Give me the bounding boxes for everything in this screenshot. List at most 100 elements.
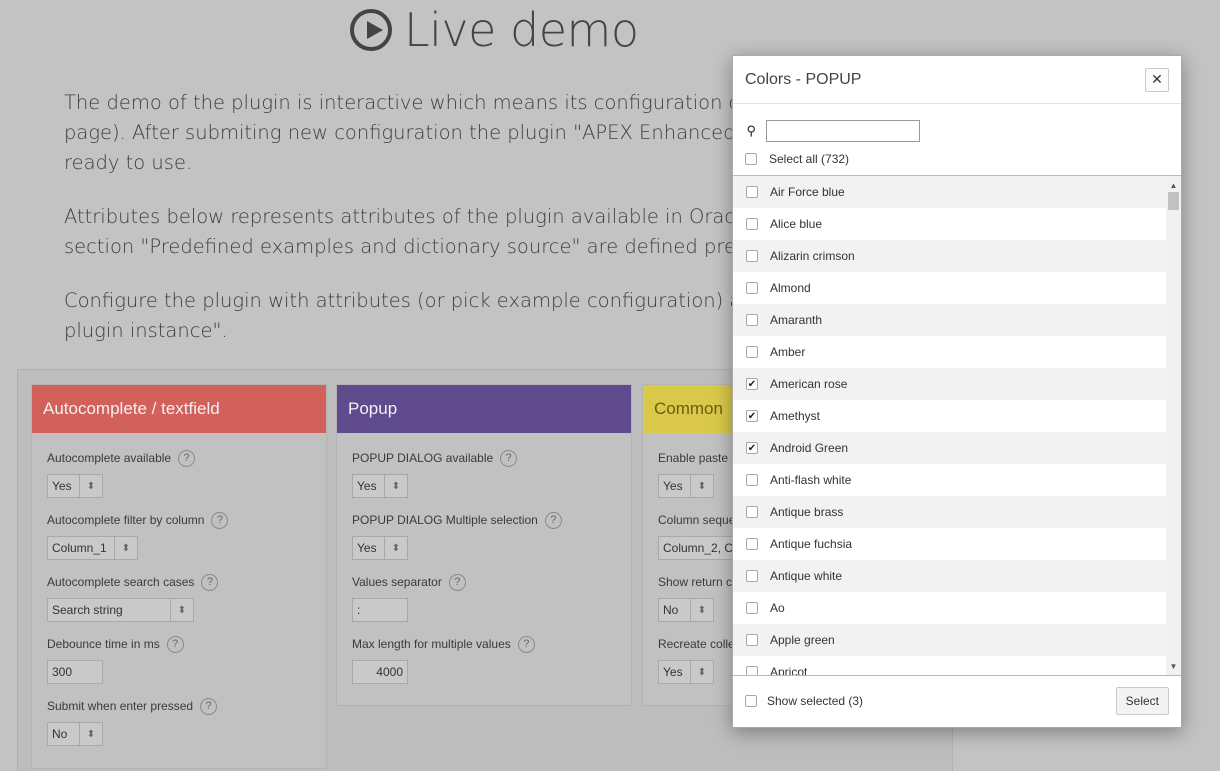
list-item-label: Amber: [770, 345, 806, 359]
max-length-input[interactable]: 4000: [352, 660, 408, 684]
show-selected-checkbox[interactable]: [745, 695, 757, 707]
colors-popup-dialog: Colors - POPUP ✕ ⚲ Select all (732) Air …: [732, 55, 1182, 728]
popup-panel: Popup POPUP DIALOG available? Yes POPUP …: [336, 384, 632, 706]
autocomplete-available-select[interactable]: Yes: [47, 474, 103, 498]
list-item[interactable]: Air Force blue: [733, 176, 1166, 208]
list-item-label: Air Force blue: [770, 185, 845, 199]
debounce-time-input[interactable]: 300: [47, 660, 103, 684]
values-separator-input[interactable]: :: [352, 598, 408, 622]
popup-multiple-select[interactable]: Yes: [352, 536, 408, 560]
list-item[interactable]: Apricot: [733, 656, 1166, 675]
field-popup-multiple: POPUP DIALOG Multiple selection? Yes: [352, 511, 616, 573]
search-input[interactable]: [766, 120, 920, 142]
show-selected-label: Show selected (3): [767, 694, 864, 708]
checkbox[interactable]: [746, 346, 758, 358]
search-icon: ⚲: [746, 123, 756, 138]
help-icon[interactable]: ?: [544, 511, 562, 529]
list-item[interactable]: ✔ American rose: [733, 368, 1166, 400]
colors-list: Air Force blue Alice blue Alizarin crimson…: [733, 175, 1181, 676]
list-item-label: Antique white: [770, 569, 843, 583]
close-icon: ✕: [1151, 71, 1163, 87]
search-row: ⚲: [733, 117, 1181, 145]
list-item[interactable]: ✔ Android Green: [733, 432, 1166, 464]
help-icon[interactable]: ?: [178, 449, 196, 467]
help-icon[interactable]: ?: [211, 511, 229, 529]
list-item-label: Antique fuchsia: [770, 537, 853, 551]
intro-paragraph-3: Configure the plugin with attributes (or…: [64, 289, 764, 342]
checkbox[interactable]: [746, 314, 758, 326]
list-item-label: American rose: [770, 377, 848, 391]
intro-text: The demo of the plugin is interactive wh…: [64, 88, 764, 370]
list-item[interactable]: ✔ Amethyst: [733, 400, 1166, 432]
list-item[interactable]: Alizarin crimson: [733, 240, 1166, 272]
show-selected[interactable]: Show selected (3): [745, 694, 863, 708]
list-item[interactable]: Apple green: [733, 624, 1166, 656]
checkbox[interactable]: [746, 602, 758, 614]
submit-enter-select[interactable]: No: [47, 722, 103, 746]
scroll-down-arrow-icon[interactable]: ▼: [1166, 659, 1181, 673]
checkbox[interactable]: [746, 538, 758, 550]
list-item-label: Amethyst: [770, 409, 821, 423]
checkbox[interactable]: [746, 634, 758, 646]
checked-checkbox[interactable]: ✔: [746, 378, 758, 390]
page-title: Live demo: [404, 3, 639, 57]
panel-title: Popup: [337, 385, 631, 433]
scroll-up-arrow-icon[interactable]: ▲: [1166, 178, 1181, 192]
help-icon[interactable]: ?: [201, 573, 219, 591]
list-scrollbar[interactable]: ▲ ▼: [1166, 176, 1181, 675]
list-item-label: Almond: [770, 281, 811, 295]
field-autocomplete-search-cases: Autocomplete search cases? Search string: [47, 573, 311, 635]
list-item[interactable]: Almond: [733, 272, 1166, 304]
autocomplete-filter-select[interactable]: Column_1: [47, 536, 138, 560]
list-item-label: Anti-flash white: [770, 473, 852, 487]
field-autocomplete-available: Autocomplete available? Yes: [47, 449, 311, 511]
select-all-checkbox[interactable]: [745, 153, 757, 165]
list-item[interactable]: Amber: [733, 336, 1166, 368]
list-item[interactable]: Ao: [733, 592, 1166, 624]
checked-checkbox[interactable]: ✔: [746, 442, 758, 454]
list-item[interactable]: Anti-flash white: [733, 464, 1166, 496]
list-item-label: Ao: [770, 601, 785, 615]
list-item[interactable]: Antique fuchsia: [733, 528, 1166, 560]
list-item-label: Alizarin crimson: [770, 249, 855, 263]
list-item[interactable]: Antique brass: [733, 496, 1166, 528]
help-icon[interactable]: ?: [200, 697, 218, 715]
enable-paste-select[interactable]: Yes: [658, 474, 714, 498]
field-autocomplete-filter: Autocomplete filter by column? Column_1: [47, 511, 311, 573]
list-item-label: Apple green: [770, 633, 835, 647]
show-return-select[interactable]: No: [658, 598, 714, 622]
list-item[interactable]: Antique white: [733, 560, 1166, 592]
list-item-label: Alice blue: [770, 217, 823, 231]
checkbox[interactable]: [746, 282, 758, 294]
autocomplete-search-cases-select[interactable]: Search string: [47, 598, 194, 622]
list-item-label: Android Green: [770, 441, 849, 455]
select-all-label: Select all (732): [769, 152, 850, 166]
list-item[interactable]: Alice blue: [733, 208, 1166, 240]
dialog-header: Colors - POPUP ✕: [733, 56, 1181, 104]
select-button[interactable]: Select: [1115, 687, 1169, 715]
play-circle-icon: [350, 9, 392, 51]
help-icon[interactable]: ?: [166, 635, 184, 653]
list-item-label: Antique brass: [770, 505, 844, 519]
checked-checkbox[interactable]: ✔: [746, 410, 758, 422]
panel-title: Autocomplete / textfield: [32, 385, 326, 433]
dialog-title: Colors - POPUP: [745, 70, 862, 88]
select-all[interactable]: Select all (732): [733, 145, 1181, 173]
recreate-collection-select[interactable]: Yes: [658, 660, 714, 684]
help-icon[interactable]: ?: [517, 635, 535, 653]
help-icon[interactable]: ?: [500, 449, 518, 467]
checkbox[interactable]: [746, 474, 758, 486]
close-button[interactable]: ✕: [1145, 67, 1169, 92]
field-debounce-time: Debounce time in ms? 300: [47, 635, 311, 697]
popup-available-select[interactable]: Yes: [352, 474, 408, 498]
field-max-length: Max length for multiple values? 4000: [352, 635, 616, 697]
checkbox[interactable]: [746, 250, 758, 262]
page-header: Live demo: [350, 0, 639, 60]
scroll-thumb[interactable]: [1168, 192, 1179, 210]
list-item[interactable]: Amaranth: [733, 304, 1166, 336]
help-icon[interactable]: ?: [448, 573, 466, 591]
checkbox[interactable]: [746, 218, 758, 230]
checkbox[interactable]: [746, 186, 758, 198]
checkbox[interactable]: [746, 570, 758, 582]
checkbox[interactable]: [746, 506, 758, 518]
